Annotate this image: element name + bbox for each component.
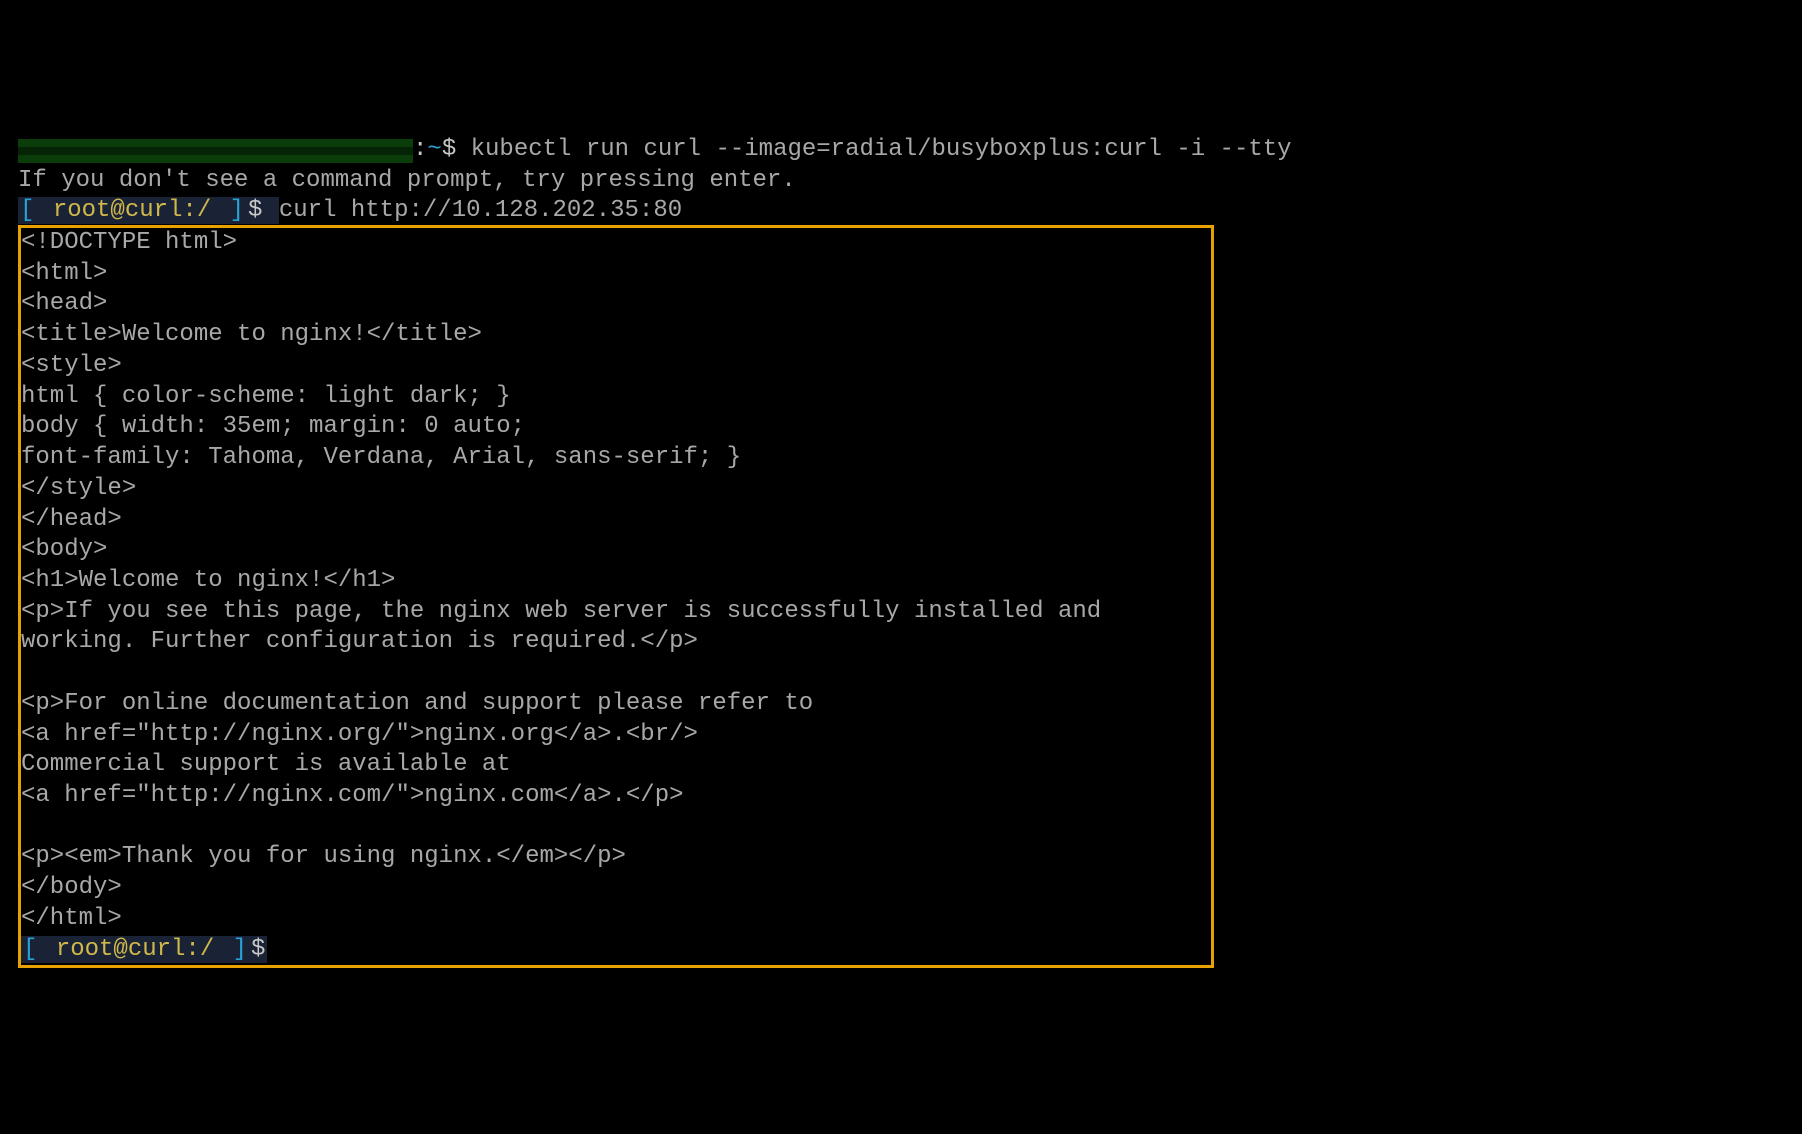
prompt2-dollar[interactable]: $ bbox=[249, 936, 267, 963]
command-line-2[interactable]: curl http://10.128.202.35:80 bbox=[279, 197, 682, 224]
prompt-bracket-close: ] bbox=[228, 197, 246, 224]
prompt-dollar: $ bbox=[442, 136, 471, 163]
prompt2-bracket-open: [ bbox=[21, 936, 54, 963]
prompt2-bracket-close: ] bbox=[231, 936, 249, 963]
prompt-colon: : bbox=[413, 136, 427, 163]
command-line-1: kubectl run curl --image=radial/busyboxp… bbox=[471, 136, 1292, 163]
terminal-window[interactable]: :~$ kubectl run curl --image=radial/busy… bbox=[18, 135, 1784, 968]
highlighted-output-box: <!DOCTYPE html> <html> <head> <title>Wel… bbox=[18, 225, 1214, 968]
prompt-bracket-open: [ bbox=[18, 197, 51, 224]
curl-output-body: <!DOCTYPE html> <html> <head> <title>Wel… bbox=[21, 228, 1211, 935]
censored-hostname-block bbox=[18, 139, 413, 163]
output-line-info: If you don't see a command prompt, try p… bbox=[18, 167, 796, 194]
prompt2-user-host: root@curl:/ bbox=[54, 936, 231, 963]
prompt-path: ~ bbox=[427, 136, 441, 163]
prompt-dollar-2: $ bbox=[246, 197, 279, 224]
prompt-user-host: root@curl:/ bbox=[51, 197, 228, 224]
